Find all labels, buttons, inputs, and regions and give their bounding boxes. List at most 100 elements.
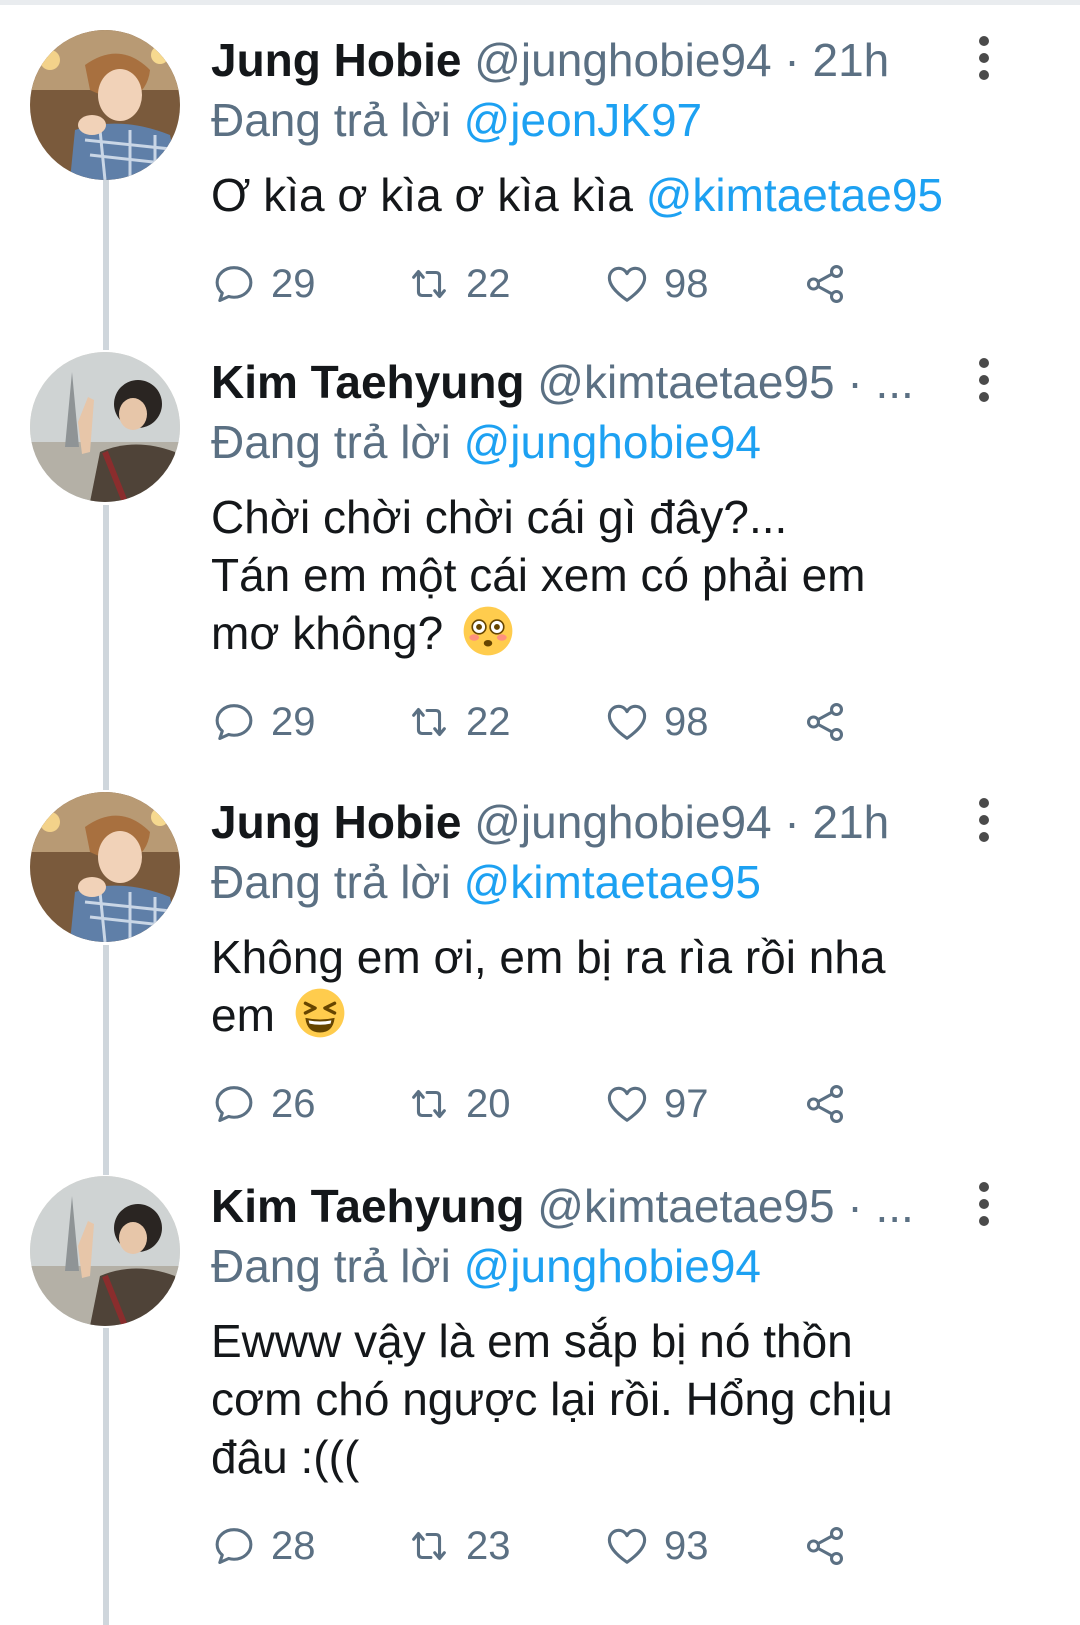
- like-count: 93: [664, 1523, 709, 1568]
- retweet-button[interactable]: 20: [406, 1074, 511, 1134]
- retweet-icon: [412, 1532, 446, 1560]
- body-mention[interactable]: @kimtaetae95: [646, 169, 943, 221]
- like-count: 98: [664, 261, 709, 306]
- timestamp[interactable]: 21h: [813, 34, 890, 86]
- flushed-face-emoji: [463, 606, 513, 656]
- user-handle[interactable]: @kimtaetae95: [537, 356, 834, 408]
- share-icon: [806, 703, 844, 741]
- more-vertical-icon[interactable]: [976, 36, 992, 82]
- retweet-icon: [412, 708, 446, 736]
- tweet-text-line: em: [211, 989, 288, 1041]
- action-bar: 26 20 97: [211, 1074, 1040, 1134]
- share-button[interactable]: [802, 692, 862, 752]
- replying-to: Đang trả lời @jeonJK97: [211, 90, 1040, 150]
- avatar-image: [30, 1176, 180, 1326]
- tweet-text: Ơ kìa ơ kìa ơ kìa kìa @kimtaetae95: [211, 166, 1040, 224]
- tweet-text-line: Chời chời chời cái gì đây?...: [211, 491, 788, 543]
- reply-to-mention[interactable]: @junghobie94: [464, 416, 761, 468]
- separator-dot: ·: [784, 796, 800, 848]
- separator-dot: ·: [847, 1180, 863, 1232]
- share-icon: [806, 1085, 844, 1123]
- heart-icon: [607, 266, 647, 302]
- reply-count: 26: [271, 1081, 316, 1126]
- like-count: 98: [664, 699, 709, 744]
- reply-button[interactable]: 29: [211, 692, 316, 752]
- avatar[interactable]: [30, 792, 180, 942]
- share-button[interactable]: [802, 254, 862, 314]
- reply-bubble-icon: [215, 266, 253, 303]
- action-bar: 29 22 98: [211, 692, 1040, 752]
- heart-icon: [607, 704, 647, 740]
- timestamp[interactable]: ...: [875, 356, 913, 408]
- display-name[interactable]: Jung Hobie: [211, 796, 461, 848]
- reply-button[interactable]: 29: [211, 254, 316, 314]
- timestamp[interactable]: 21h: [813, 796, 890, 848]
- action-bar: 29 22 98: [211, 254, 1040, 314]
- heart-icon: [607, 1086, 647, 1122]
- replying-to: Đang trả lời @junghobie94: [211, 1236, 1040, 1296]
- share-button[interactable]: [802, 1516, 862, 1576]
- tweet-header: Jung Hobie @junghobie94 · 21h: [211, 792, 1040, 852]
- tweet-header: Kim Taehyung @kimtaetae95 · ...: [211, 352, 1040, 412]
- action-bar: 28 23 93: [211, 1516, 1040, 1576]
- reply-to-mention[interactable]: @kimtaetae95: [464, 856, 761, 908]
- avatar-image: [30, 792, 180, 942]
- replying-label: Đang trả lời: [211, 856, 451, 908]
- share-icon: [806, 1527, 844, 1565]
- tweet-text-line: cơm chó ngược lại rồi. Hổng chịu: [211, 1373, 893, 1425]
- tweet-text-line: đâu :(((: [211, 1431, 360, 1483]
- display-name[interactable]: Kim Taehyung: [211, 1180, 525, 1232]
- retweet-button[interactable]: 23: [406, 1516, 511, 1576]
- tweet-text-line: Tán em một cái xem có phải em: [211, 549, 866, 601]
- thread-line: [103, 1328, 109, 1625]
- user-handle[interactable]: @junghobie94: [474, 34, 771, 86]
- retweet-count: 22: [466, 261, 511, 306]
- share-button[interactable]: [802, 1074, 862, 1134]
- tweet-text-line: Không em ơi, em bị ra rìa rồi nha: [211, 931, 886, 983]
- like-button[interactable]: 98: [604, 692, 709, 752]
- tweet-text-line: Ewww vậy là em sắp bị nó thồn: [211, 1315, 853, 1367]
- retweet-count: 22: [466, 699, 511, 744]
- reply-bubble-icon: [215, 1528, 253, 1565]
- user-handle[interactable]: @junghobie94: [474, 796, 771, 848]
- laughing-squint-emoji: [295, 988, 345, 1038]
- avatar[interactable]: [30, 30, 180, 180]
- replying-to: Đang trả lời @junghobie94: [211, 412, 1040, 472]
- heart-icon: [607, 1528, 647, 1564]
- retweet-count: 20: [466, 1081, 511, 1126]
- retweet-button[interactable]: 22: [406, 692, 511, 752]
- avatar-image: [30, 352, 180, 502]
- more-vertical-icon[interactable]: [976, 798, 992, 844]
- retweet-button[interactable]: 22: [406, 254, 511, 314]
- reply-bubble-icon: [215, 1086, 253, 1123]
- tweet-text: Không em ơi, em bị ra rìa rồi nha em: [211, 928, 1040, 1044]
- user-handle[interactable]: @kimtaetae95: [537, 1180, 834, 1232]
- thread-line: [103, 505, 109, 790]
- like-button[interactable]: 93: [604, 1516, 709, 1576]
- avatar-image: [30, 30, 180, 180]
- tweet-header: Kim Taehyung @kimtaetae95 · ...: [211, 1176, 1040, 1236]
- reply-button[interactable]: 28: [211, 1516, 316, 1576]
- replying-label: Đang trả lời: [211, 1240, 451, 1292]
- display-name[interactable]: Jung Hobie: [211, 34, 461, 86]
- avatar[interactable]: [30, 352, 180, 502]
- tweet-header: Jung Hobie @junghobie94 · 21h: [211, 30, 1040, 90]
- avatar[interactable]: [30, 1176, 180, 1326]
- share-icon: [806, 265, 844, 303]
- display-name[interactable]: Kim Taehyung: [211, 356, 525, 408]
- timestamp[interactable]: ...: [875, 1180, 913, 1232]
- separator-dot: ·: [784, 34, 800, 86]
- separator-dot: ·: [847, 356, 863, 408]
- reply-to-mention[interactable]: @jeonJK97: [464, 94, 703, 146]
- like-button[interactable]: 98: [604, 254, 709, 314]
- reply-to-mention[interactable]: @junghobie94: [464, 1240, 761, 1292]
- like-button[interactable]: 97: [604, 1074, 709, 1134]
- reply-count: 28: [271, 1523, 316, 1568]
- tweet-text-line: mơ không?: [211, 607, 456, 659]
- more-vertical-icon[interactable]: [976, 1182, 992, 1228]
- reply-button[interactable]: 26: [211, 1074, 316, 1134]
- retweet-icon: [412, 270, 446, 298]
- replying-to: Đang trả lời @kimtaetae95: [211, 852, 1040, 912]
- replying-label: Đang trả lời: [211, 94, 451, 146]
- more-vertical-icon[interactable]: [976, 358, 992, 404]
